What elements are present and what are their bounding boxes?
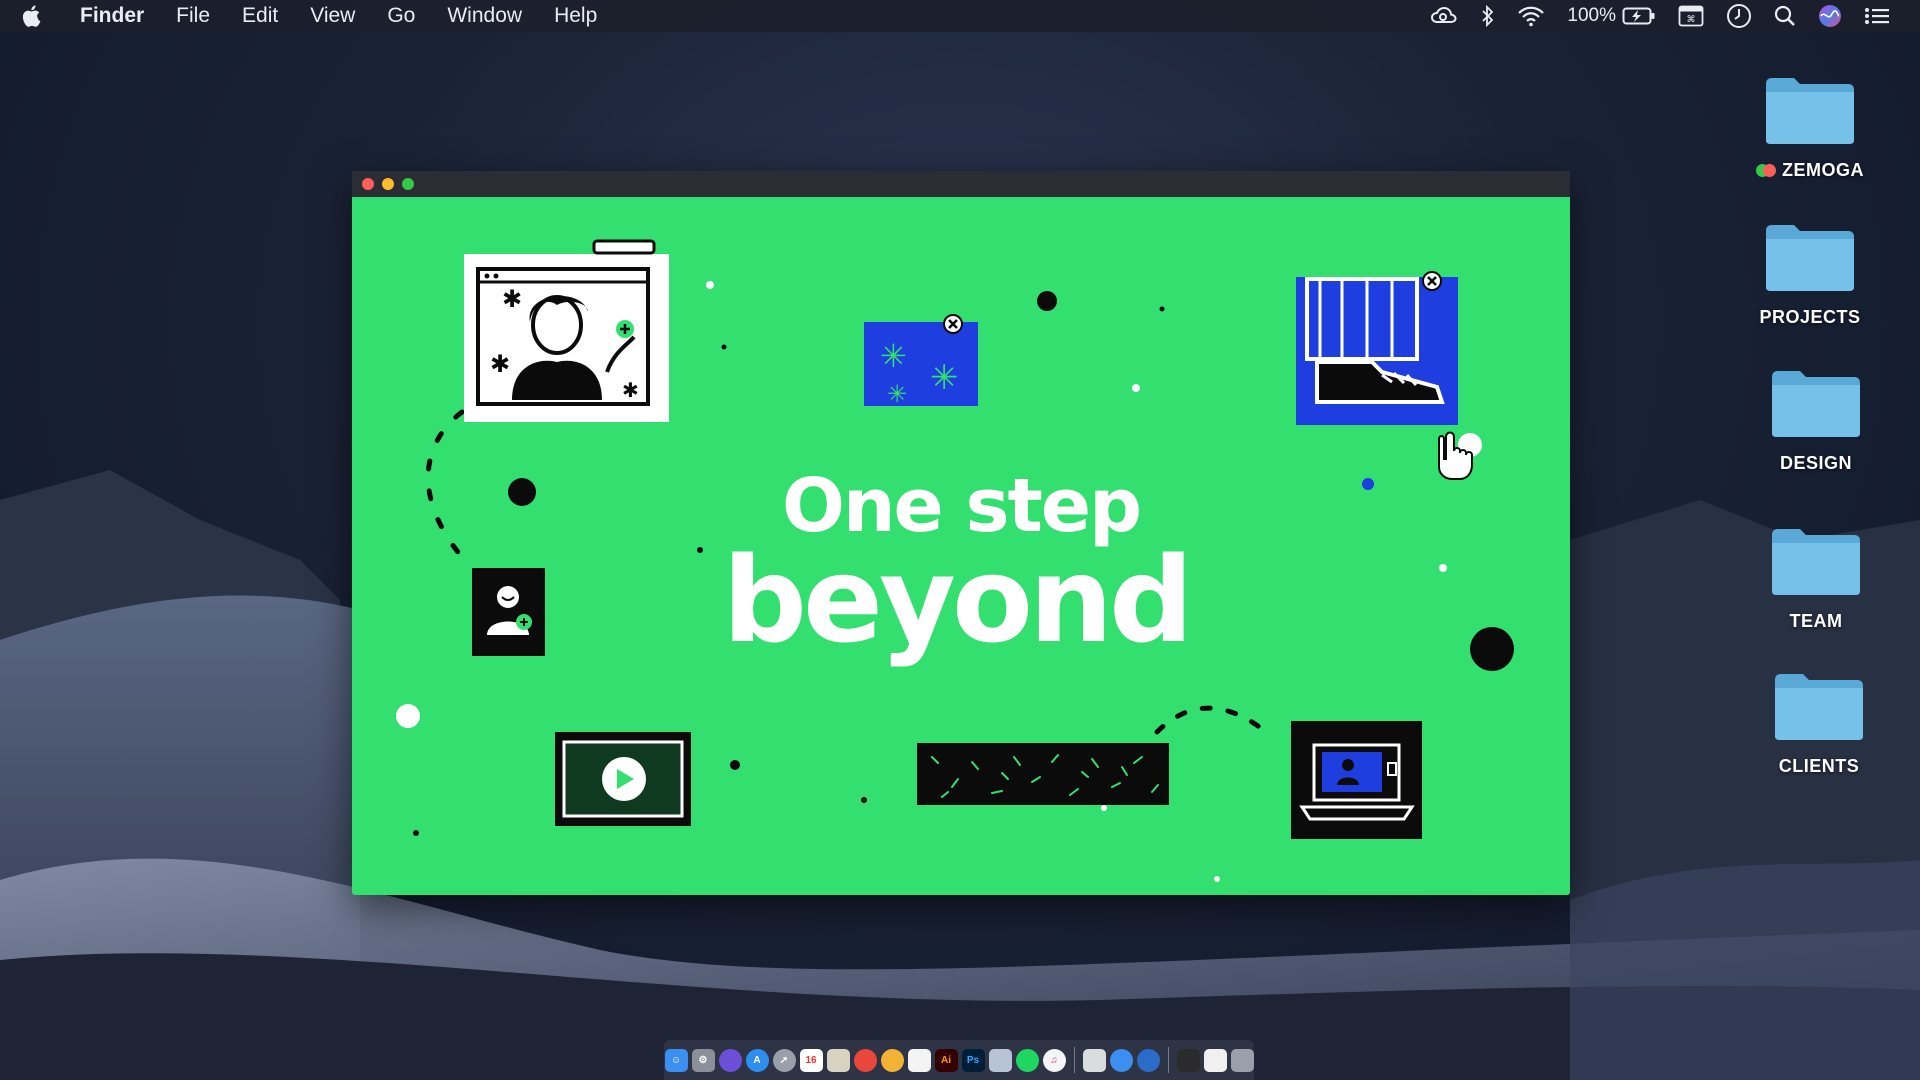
menu-view[interactable]: View bbox=[310, 4, 355, 28]
photoshop-icon[interactable]: Ps bbox=[961, 1048, 985, 1072]
desktop-folder-design[interactable]: DESIGN bbox=[1746, 367, 1886, 474]
svg-text:✱: ✱ bbox=[502, 285, 522, 313]
window-titlebar[interactable] bbox=[352, 171, 1570, 197]
animation-canvas: ✱ ✱ ✱ ✳ ✳ ✳ One step beyond bbox=[352, 197, 1570, 895]
laptop-video-call-card bbox=[1291, 721, 1422, 839]
red-tag-icon bbox=[1763, 164, 1776, 177]
folder-icon bbox=[1775, 674, 1863, 740]
video-player-card bbox=[555, 732, 691, 826]
headline-line-2: beyond bbox=[722, 531, 1194, 669]
apple-menu-icon[interactable] bbox=[22, 4, 62, 28]
hero-headline: One step beyond bbox=[352, 467, 1570, 669]
bluetooth-icon[interactable] bbox=[1481, 0, 1495, 32]
spotlight-search-icon[interactable] bbox=[1774, 0, 1796, 32]
books-icon[interactable] bbox=[1082, 1048, 1106, 1072]
clock-icon[interactable] bbox=[1726, 0, 1752, 32]
folder-label: PROJECTS bbox=[1759, 307, 1861, 327]
text-edit-icon[interactable] bbox=[907, 1048, 931, 1072]
desktop-folder-zemoga[interactable]: ZEMOGA bbox=[1740, 74, 1880, 181]
itunes-icon[interactable]: ♫ bbox=[1042, 1048, 1066, 1072]
dock-separator bbox=[1167, 1047, 1169, 1073]
browser-person-illustration: ✱ ✱ ✱ bbox=[464, 239, 669, 422]
menu-edit[interactable]: Edit bbox=[242, 4, 278, 28]
dock: ☺ ⚙ A ➚ 16 Ai Ps ♫ bbox=[664, 1040, 1254, 1080]
notification-center-icon[interactable] bbox=[1864, 0, 1890, 32]
creative-cloud-icon[interactable] bbox=[1429, 0, 1459, 32]
photos-icon[interactable] bbox=[880, 1048, 904, 1072]
svg-text:✱: ✱ bbox=[490, 350, 510, 378]
folder-icon bbox=[1772, 529, 1860, 595]
menu-bar: Finder File Edit View Go Window Help 100… bbox=[0, 0, 1920, 32]
folder-label: CLIENTS bbox=[1778, 756, 1860, 776]
sparkle-card: ✳ ✳ ✳ bbox=[864, 314, 978, 408]
siri-icon[interactable] bbox=[1818, 0, 1842, 32]
folder-label: ZEMOGA bbox=[1782, 160, 1864, 180]
preview-icon[interactable] bbox=[988, 1048, 1012, 1072]
spotify-icon[interactable] bbox=[1015, 1048, 1039, 1072]
window-minimize-button[interactable] bbox=[382, 178, 394, 190]
chrome-icon[interactable] bbox=[853, 1048, 877, 1072]
system-preferences-icon[interactable]: ⚙ bbox=[691, 1048, 715, 1072]
app-store-icon[interactable]: A bbox=[745, 1048, 769, 1072]
menu-window[interactable]: Window bbox=[447, 4, 522, 28]
confetti-bar bbox=[917, 743, 1169, 811]
menu-app-name[interactable]: Finder bbox=[80, 4, 144, 28]
illustrator-icon[interactable]: Ai bbox=[934, 1048, 958, 1072]
dock-separator bbox=[1073, 1047, 1075, 1073]
calendar-icon[interactable]: 16 bbox=[799, 1048, 823, 1072]
dotted-path-right bbox=[1154, 705, 1275, 740]
launchpad-icon[interactable]: ➚ bbox=[772, 1048, 796, 1072]
folder-icon bbox=[1766, 225, 1854, 291]
desktop-folder-team[interactable]: TEAM bbox=[1746, 525, 1886, 632]
network-icon[interactable] bbox=[1136, 1048, 1160, 1072]
notes-icon[interactable] bbox=[826, 1048, 850, 1072]
safari-icon[interactable] bbox=[1109, 1048, 1133, 1072]
desktop-folder-clients[interactable]: CLIENTS bbox=[1749, 670, 1889, 777]
battery-percentage[interactable]: 100% bbox=[1567, 0, 1616, 32]
svg-text:✳: ✳ bbox=[930, 358, 959, 398]
siri-icon[interactable] bbox=[718, 1048, 742, 1072]
svg-text:✳: ✳ bbox=[880, 337, 907, 375]
menu-file[interactable]: File bbox=[176, 4, 210, 28]
display-icon[interactable] bbox=[1203, 1048, 1227, 1072]
menu-go[interactable]: Go bbox=[387, 4, 415, 28]
menu-help[interactable]: Help bbox=[554, 4, 597, 28]
boot-window-card bbox=[1296, 271, 1482, 457]
svg-text:✱: ✱ bbox=[622, 378, 639, 402]
svg-text:⌘: ⌘ bbox=[1687, 15, 1696, 25]
folder-label: TEAM bbox=[1789, 611, 1843, 631]
folder-icon bbox=[1766, 78, 1854, 144]
battery-charging-icon[interactable] bbox=[1622, 0, 1656, 32]
app-window[interactable]: ✱ ✱ ✱ ✳ ✳ ✳ One step beyond bbox=[352, 171, 1570, 895]
svg-text:✳: ✳ bbox=[887, 380, 907, 408]
folder-icon bbox=[1772, 371, 1860, 437]
terminal-icon[interactable] bbox=[1176, 1048, 1200, 1072]
window-close-button[interactable] bbox=[362, 178, 374, 190]
folder-label: DESIGN bbox=[1779, 453, 1852, 473]
finder-icon[interactable]: ☺ bbox=[664, 1048, 688, 1072]
desktop-folder-projects[interactable]: PROJECTS bbox=[1740, 221, 1880, 328]
wifi-icon[interactable] bbox=[1517, 0, 1545, 32]
window-zoom-button[interactable] bbox=[402, 178, 414, 190]
trash-icon[interactable] bbox=[1230, 1048, 1254, 1072]
keyboard-shortcut-icon[interactable]: ⌘ bbox=[1678, 0, 1704, 32]
